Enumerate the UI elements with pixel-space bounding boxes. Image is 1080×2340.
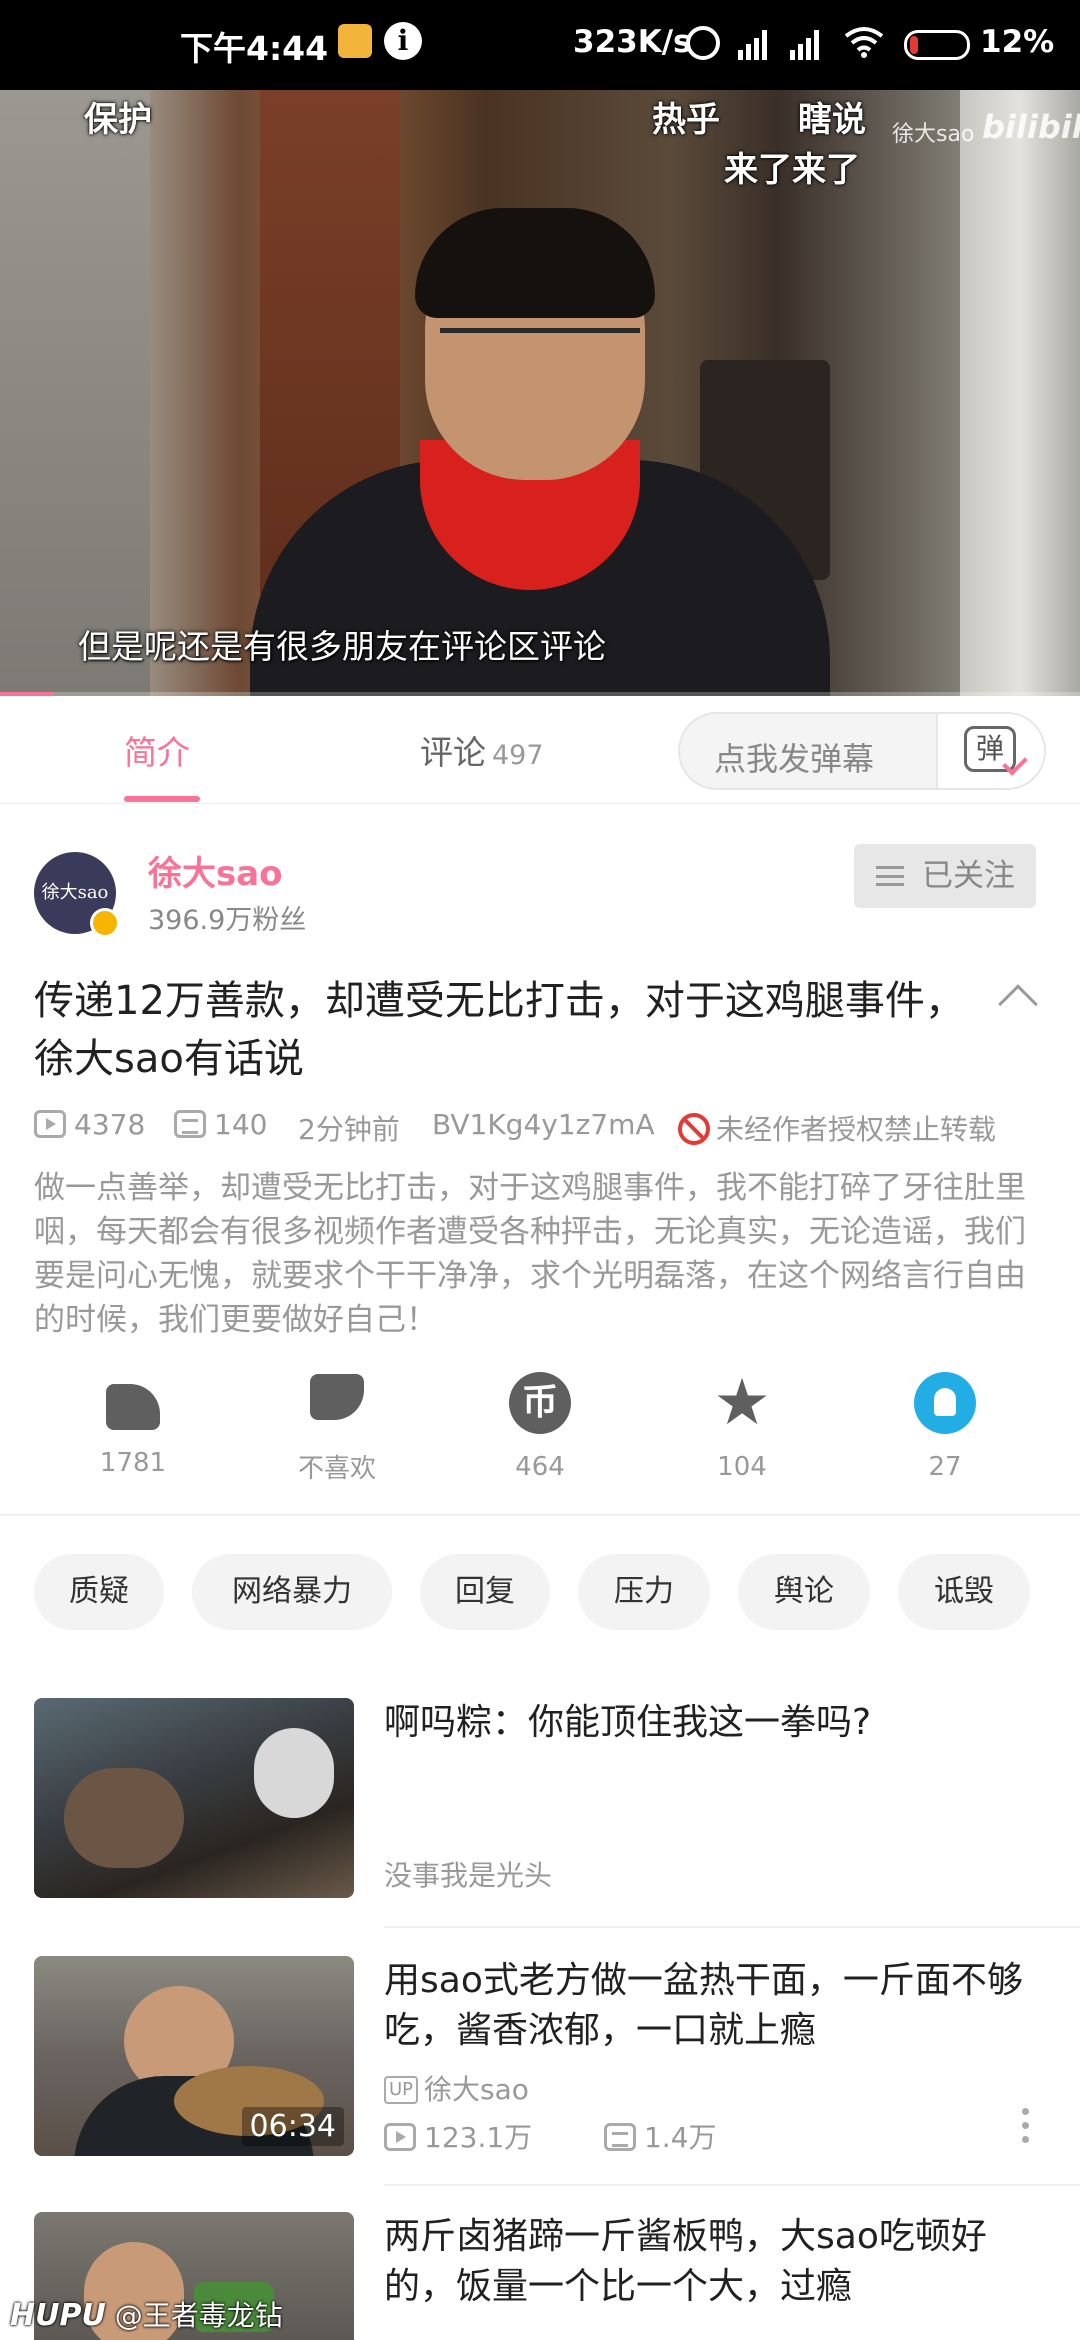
more-options-icon[interactable] (1022, 2108, 1030, 2150)
up-badge-icon: UP (384, 2076, 419, 2104)
tab-comments[interactable]: 评论 497 (420, 726, 544, 774)
uploader-name[interactable]: 徐大sao (148, 846, 283, 895)
danmaku-placeholder: 点我发弹幕 (714, 740, 875, 778)
coin-count: 464 (515, 1452, 565, 1482)
thumbs-down-icon (310, 1374, 364, 1420)
battery-percent: 12% (980, 24, 1055, 60)
video-scene-pipe (960, 90, 1080, 696)
tag-chip[interactable]: 网络暴力 (192, 1554, 392, 1630)
tab-comments-count: 497 (492, 740, 544, 771)
hupu-logo: HUPU (10, 2298, 106, 2333)
share-button[interactable]: 27 (875, 1372, 1015, 1482)
video-description: 做一点善举，却遭受无比打击，对于这鸡腿事件，我不能打碎了牙往肚里咽，每天都会有很… (34, 1170, 1026, 1338)
menu-icon (876, 866, 904, 886)
watermark-user: @王者毒龙钻 (114, 2299, 283, 2332)
uploader-fans: 396.9万粉丝 (148, 905, 307, 936)
share-count: 27 (928, 1452, 962, 1482)
related-author: UP 徐大sao (384, 2068, 529, 2108)
tag-chip[interactable]: 回复 (420, 1554, 550, 1630)
like-button[interactable]: 1781 (63, 1372, 203, 1478)
related-title: 用sao式老方做一盆热干面，一斤面不够吃，酱香浓郁，一口就上瘾 (384, 1960, 1023, 2051)
video-person-hair (415, 208, 655, 318)
related-views: 123.1万 (424, 2121, 533, 2154)
wifi-icon (844, 27, 884, 58)
tag-chip[interactable]: 诋毁 (898, 1554, 1030, 1630)
video-title: 传递12万善款，却遭受无比打击，对于这鸡腿事件，徐大sao有话说 (34, 978, 965, 1082)
related-stats: 123.1万 1.4万 (384, 2116, 717, 2156)
video-subtitle: 但是呢还是有很多朋友在评论区评论 (78, 627, 606, 666)
divider (384, 2184, 1080, 2186)
video-player[interactable]: 保护 热乎 瞎说 来了来了 徐大sao bilibili 但是呢还是有很多朋友在… (0, 90, 1080, 696)
chevron-up-icon[interactable] (998, 984, 1038, 1024)
play-icon (34, 1110, 66, 1138)
bilibili-logo: bilibili (982, 108, 1080, 146)
related-danmaku: 1.4万 (643, 2121, 717, 2154)
coin-icon: 币 (509, 1372, 571, 1434)
status-bar: 下午4:44 i 323K/s 12% (0, 0, 1080, 90)
divider (384, 1926, 1080, 1928)
related-author: 没事我是光头 (384, 1859, 553, 1892)
video-caption: 热乎 (652, 100, 720, 140)
tag-chip[interactable]: 质疑 (34, 1554, 164, 1630)
verified-badge-icon (90, 908, 120, 938)
thumbs-up-icon (106, 1384, 160, 1430)
tab-comments-label: 评论 (420, 733, 486, 772)
no-repost-icon (678, 1113, 710, 1145)
related-title: 啊吗粽：你能顶住我这一拳吗? (384, 1702, 872, 1743)
tag-chip[interactable]: 舆论 (738, 1554, 870, 1630)
danmaku-count-icon (174, 1110, 206, 1138)
network-speed: 323K/s (573, 24, 692, 60)
related-thumbnail: 06:34 (34, 1956, 354, 2156)
qq-share-icon (914, 1372, 976, 1434)
avatar-text: 徐大sao (41, 882, 109, 903)
follow-button[interactable]: 已关注 (854, 844, 1036, 908)
play-icon (384, 2123, 416, 2151)
info-notification-icon: i (384, 22, 422, 60)
dislike-label: 不喜欢 (297, 1454, 376, 1484)
hupu-watermark: HUPU @王者毒龙钻 (10, 2294, 283, 2334)
follow-label: 已关注 (922, 858, 1015, 894)
video-caption: 来了来了 (724, 150, 860, 190)
danmaku-count-icon (603, 2123, 636, 2151)
related-title: 两斤卤猪蹄一斤酱板鸭，大sao吃顿好的，饭量一个比一个大，过瘾 (384, 2216, 987, 2307)
thumbnail-fist (64, 1768, 184, 1868)
video-person-glasses (440, 328, 640, 364)
danmaku-count: 140 (174, 1108, 267, 1141)
video-duration: 06:34 (241, 2107, 344, 2146)
star-icon: ★ (713, 1366, 771, 1440)
weibo-notification-icon (338, 24, 372, 58)
video-scene-wall (0, 90, 150, 696)
danmaku-toggle-button[interactable]: 弹 (936, 714, 1044, 788)
status-time: 下午4:44 (180, 29, 329, 68)
divider (0, 1514, 1080, 1516)
signal-icon (738, 30, 767, 60)
video-meta: 4378 140 2分钟前 BV1Kg4y1z7mA 未经作者授权禁止转载 (34, 1108, 1064, 1148)
tab-active-indicator (124, 796, 200, 802)
video-watermark-user: 徐大sao (892, 122, 975, 147)
uploader-avatar[interactable]: 徐大sao (34, 852, 120, 938)
signal-icon-2 (790, 30, 819, 60)
favorite-count: 104 (717, 1452, 767, 1482)
play-count: 4378 (34, 1108, 145, 1141)
publish-time: 2分钟前 (298, 1113, 400, 1146)
tag-chip[interactable]: 压力 (578, 1554, 710, 1630)
bvid: BV1Kg4y1z7mA (432, 1108, 655, 1141)
related-thumbnail (34, 1698, 354, 1898)
video-caption: 瞎说 (798, 100, 866, 140)
tab-intro[interactable]: 简介 (124, 726, 190, 774)
detail-tabs: 简介 评论 497 点我发弹幕 弹 (0, 696, 1080, 804)
favorite-button[interactable]: ★ 104 (672, 1366, 812, 1482)
battery-icon (904, 30, 970, 60)
video-caption: 保护 (84, 100, 152, 140)
like-count: 1781 (99, 1448, 167, 1478)
coin-button[interactable]: 币 464 (470, 1372, 610, 1482)
thumbnail-face (254, 1728, 334, 1818)
copyright-notice: 未经作者授权禁止转载 (678, 1108, 996, 1148)
alarm-icon (686, 26, 720, 60)
danmaku-input[interactable]: 点我发弹幕 弹 (678, 712, 1046, 790)
dislike-button[interactable]: 不喜欢 (267, 1372, 407, 1485)
